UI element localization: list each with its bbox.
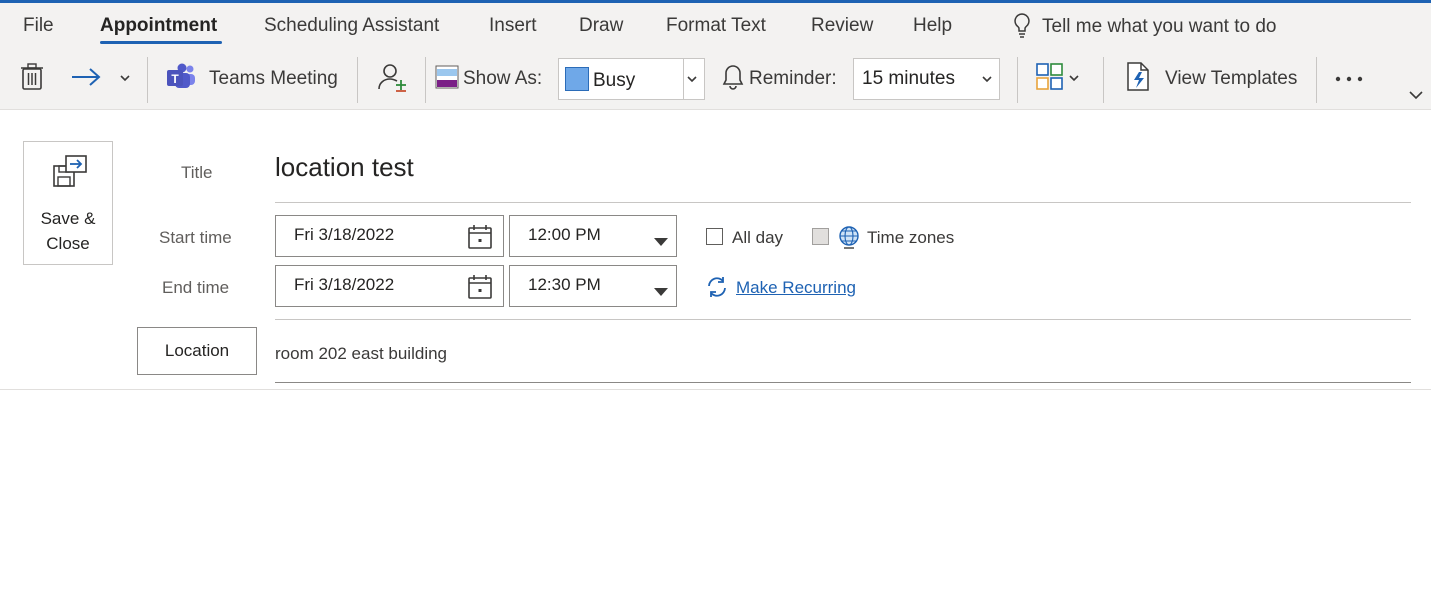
show-as-label: Show As: [463, 68, 543, 89]
show-as-icon [435, 65, 459, 94]
tab-draw[interactable]: Draw [579, 15, 623, 37]
show-as-label-group: Show As: [435, 62, 542, 96]
save-close-label-line2: Close [46, 234, 90, 253]
form-bottom-divider [0, 389, 1431, 390]
forward-button[interactable] [70, 62, 102, 96]
categorize-button[interactable] [1036, 62, 1080, 96]
view-templates-button[interactable]: View Templates [1125, 61, 1298, 97]
reminder-label: Reminder: [749, 68, 837, 89]
calendar-icon [467, 274, 493, 305]
categorize-icon [1036, 62, 1064, 96]
globe-icon [838, 225, 860, 254]
title-label: Title [181, 163, 213, 182]
time-section-divider [275, 319, 1411, 320]
tab-scheduling-assistant[interactable]: Scheduling Assistant [264, 15, 439, 37]
save-close-label-line1: Save & [40, 209, 96, 228]
toolbar-divider [1316, 57, 1317, 103]
bell-icon [722, 64, 744, 95]
title-input[interactable]: location test [275, 152, 414, 183]
end-time-value: 12:30 PM [528, 275, 601, 294]
end-time-label: End time [162, 278, 230, 297]
make-recurring-link[interactable]: Make Recurring [736, 278, 856, 298]
tab-file[interactable]: File [23, 15, 54, 37]
all-day-checkbox[interactable] [706, 228, 723, 245]
location-underline [275, 382, 1411, 383]
save-close-button[interactable]: Save & Close [23, 141, 113, 265]
ribbon-tabs: File Appointment Scheduling Assistant In… [0, 3, 1431, 49]
location-input[interactable]: room 202 east building [275, 344, 447, 364]
tab-appointment[interactable]: Appointment [100, 15, 217, 37]
more-options-button[interactable] [1334, 62, 1364, 96]
view-templates-label: View Templates [1165, 68, 1298, 89]
location-button-label: Location [164, 341, 230, 360]
busy-color-swatch [565, 67, 589, 91]
more-options-icon [1334, 70, 1364, 88]
chevron-down-icon [1068, 70, 1080, 88]
end-date-picker[interactable]: Fri 3/18/2022 [275, 265, 504, 307]
tab-review[interactable]: Review [811, 15, 873, 37]
trash-icon [20, 62, 44, 96]
reminder-dropdown[interactable]: 15 minutes [853, 58, 1000, 100]
start-time-label: Start time [159, 228, 232, 247]
tell-me-text: Tell me what you want to do [1042, 16, 1277, 37]
location-button[interactable]: Location [137, 327, 257, 375]
tab-insert[interactable]: Insert [489, 15, 537, 37]
invite-attendees-icon [377, 62, 409, 97]
active-tab-indicator [100, 41, 222, 44]
time-zones-label: Time zones [867, 228, 955, 247]
toolbar-divider [1017, 57, 1018, 103]
reminder-label-group: Reminder: [722, 62, 837, 96]
tell-me-search[interactable]: Tell me what you want to do [1012, 12, 1277, 43]
start-date-picker[interactable]: Fri 3/18/2022 [275, 215, 504, 257]
end-time-dropdown[interactable]: 12:30 PM [509, 265, 677, 307]
tab-format-text[interactable]: Format Text [666, 15, 766, 37]
show-as-dropdown[interactable]: Busy [558, 58, 705, 100]
tab-help[interactable]: Help [913, 15, 952, 37]
svg-text:T: T [171, 72, 179, 86]
invite-attendees-button[interactable] [377, 62, 409, 96]
dropdown-divider [683, 59, 684, 99]
start-time-dropdown[interactable]: 12:00 PM [509, 215, 677, 257]
toolbar: T Teams Meeting Show As: Busy Reminder: … [0, 51, 1431, 109]
title-underline [275, 202, 1411, 203]
ribbon: File Appointment Scheduling Assistant In… [0, 3, 1431, 110]
end-date-value: Fri 3/18/2022 [294, 275, 395, 294]
caret-down-icon [654, 233, 668, 251]
time-zones-checkbox[interactable] [812, 228, 829, 245]
save-close-label: Save & Close [24, 206, 112, 256]
chevron-down-icon [1408, 88, 1424, 106]
start-date-value: Fri 3/18/2022 [294, 225, 395, 244]
caret-down-icon [654, 283, 668, 301]
toolbar-divider [425, 57, 426, 103]
start-time-value: 12:00 PM [528, 225, 601, 244]
teams-icon: T [166, 63, 196, 96]
all-day-label: All day [732, 228, 784, 247]
delete-button[interactable] [20, 62, 44, 96]
chevron-down-icon [686, 71, 698, 89]
reminder-value: 15 minutes [862, 68, 955, 89]
toolbar-divider [357, 57, 358, 103]
toolbar-divider [147, 57, 148, 103]
chevron-down-icon [119, 70, 131, 88]
collapse-ribbon-button[interactable] [1408, 87, 1424, 107]
toolbar-divider [1103, 57, 1104, 103]
forward-dropdown[interactable] [119, 62, 131, 96]
teams-meeting-label: Teams Meeting [209, 68, 338, 89]
forward-arrow-icon [70, 67, 102, 92]
show-as-value: Busy [593, 70, 636, 91]
recurring-icon [705, 276, 729, 303]
chevron-down-icon [981, 71, 993, 89]
lightbulb-icon [1012, 12, 1032, 43]
template-icon [1125, 61, 1151, 97]
save-icon [52, 154, 88, 195]
teams-meeting-button[interactable]: T Teams Meeting [166, 62, 338, 96]
calendar-icon [467, 224, 493, 255]
